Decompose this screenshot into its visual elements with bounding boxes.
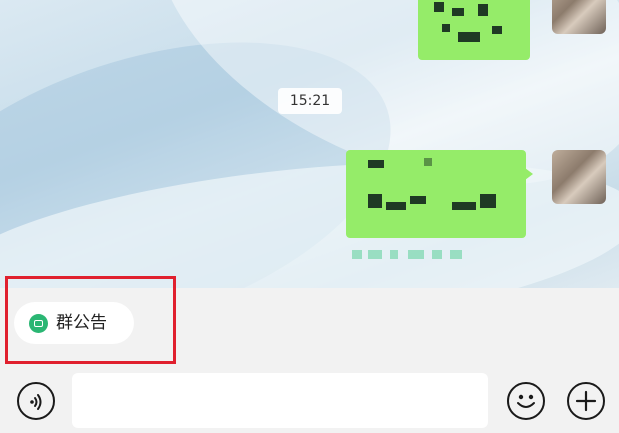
pixelated-text	[458, 32, 480, 42]
chat-message-area[interactable]: 15:21	[0, 0, 619, 288]
plus-icon	[575, 390, 597, 412]
message-input[interactable]	[72, 373, 488, 428]
pixelated-text	[452, 8, 464, 16]
time-divider: 15:21	[278, 88, 342, 114]
pixelated-text	[424, 158, 432, 166]
pixelated-text	[410, 196, 426, 204]
pixelated-text	[368, 194, 382, 208]
user-avatar[interactable]	[552, 0, 606, 34]
pixelated-text	[386, 202, 406, 210]
pixelated-text	[434, 2, 444, 12]
voice-button[interactable]	[17, 382, 55, 420]
pixelated-text	[492, 26, 502, 34]
voice-icon	[30, 394, 42, 410]
more-options-button[interactable]	[567, 382, 605, 420]
pixelated-text	[368, 160, 384, 168]
message-bubble[interactable]	[346, 150, 533, 238]
highlight-annotation	[5, 276, 176, 364]
emoji-icon	[517, 394, 535, 408]
pixelated-text	[442, 24, 450, 32]
pixelated-caption	[352, 246, 482, 262]
message-bubble[interactable]	[418, 0, 530, 60]
user-avatar[interactable]	[552, 150, 606, 204]
pixelated-text	[478, 4, 488, 16]
emoji-button[interactable]	[507, 382, 545, 420]
pixelated-text	[452, 202, 476, 210]
pixelated-text	[480, 194, 496, 208]
